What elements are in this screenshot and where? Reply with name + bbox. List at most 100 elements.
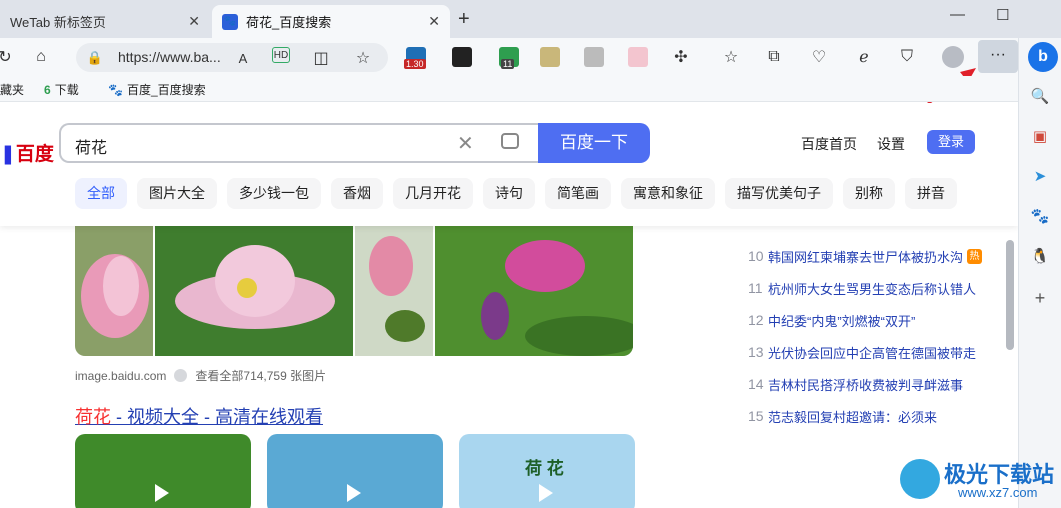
hot-item[interactable]: 12 中纪委“内鬼”刘燃被“双开” (748, 304, 1000, 336)
refresh-icon[interactable]: ↻ (0, 46, 16, 68)
login-button[interactable]: 登录 (927, 130, 975, 154)
extensions-puzzle-icon[interactable]: ✣ (670, 46, 692, 68)
tab-strip: WeTab 新标签页 ✕ 🐾 荷花_百度搜索 ✕ + — ☐ (0, 0, 1061, 38)
tag-item[interactable]: 几月开花 (393, 178, 473, 209)
tab-title: WeTab 新标签页 (10, 15, 106, 30)
search-icon[interactable]: 🔍 (1030, 86, 1050, 106)
image-source-domain[interactable]: image.baidu.com (75, 369, 166, 383)
bookmark-favorites[interactable]: 藏夹 (0, 81, 24, 98)
lock-icon[interactable]: 🔒 (84, 47, 106, 69)
play-icon (347, 484, 361, 502)
extension-badge: 11 (501, 59, 515, 69)
bing-copilot-icon[interactable]: b (1028, 42, 1058, 72)
hot-badge: 热 (967, 248, 983, 264)
hot-title: 范志毅回复村超邀请：必须来 (768, 409, 938, 425)
extension-2-icon[interactable]: 11 (499, 47, 519, 69)
clip-extension-icon[interactable] (584, 47, 604, 67)
settings-link[interactable]: 设置 (877, 134, 905, 154)
tab-baidu-search[interactable]: 🐾 荷花_百度搜索 ✕ (212, 5, 450, 38)
bookmark-baidu[interactable]: 🐾 百度_百度搜索 (108, 81, 206, 98)
search-query: 荷花 (75, 140, 108, 157)
tag-item[interactable]: 香烟 (331, 178, 383, 209)
video-result-title[interactable]: 荷花 - 视频大全 - 高清在线观看 (75, 403, 323, 429)
lotus-image[interactable] (75, 226, 153, 356)
add-icon[interactable]: + (1030, 288, 1050, 308)
hot-item[interactable]: 11 杭州师大女生骂男生变态后称认错人 (748, 272, 1000, 304)
filter-tags: 全部 图片大全 多少钱一包 香烟 几月开花 诗句 简笔画 寓意和象征 描写优美句… (75, 178, 957, 209)
extension-1-icon[interactable]: 1.30 (404, 47, 426, 69)
extension-l-icon[interactable] (452, 47, 472, 67)
bookmark-label: 下载 (54, 83, 79, 97)
hot-item[interactable]: 13 光伏协会回应中企高管在德国被带走 (748, 336, 1000, 368)
close-tab-icon[interactable]: ✕ (188, 13, 200, 30)
send-icon[interactable]: ➤ (1030, 166, 1050, 186)
image-extension-icon[interactable] (540, 47, 560, 67)
hot-item[interactable]: 15 范志毅回复村超邀请：必须来 (748, 400, 1000, 432)
tv-extension-icon[interactable] (628, 47, 648, 67)
play-icon (539, 484, 553, 502)
hot-item[interactable]: 10 韩国网红柬埔寨去世尸体被扔水沟热 (748, 240, 1000, 272)
favorites-icon[interactable]: ☆ (720, 46, 742, 68)
baidu-home-link[interactable]: 百度首页 (801, 134, 857, 154)
extension-badge: 1.30 (404, 59, 426, 69)
qq-penguin-icon[interactable]: 🐧 (1030, 246, 1050, 266)
tag-item[interactable]: 寓意和象征 (621, 178, 715, 209)
video-thumbnail[interactable]: 荷 花 (459, 434, 635, 508)
collections-icon[interactable]: ⧉ (763, 46, 785, 68)
split-screen-icon[interactable]: ◫ (310, 47, 332, 69)
hot-title: 杭州师大女生骂男生变态后称认错人 (768, 281, 977, 297)
tag-item[interactable]: 拼音 (905, 178, 957, 209)
lotus-image[interactable] (435, 226, 633, 356)
image-results (75, 226, 633, 356)
minimize-icon[interactable]: — (950, 6, 965, 23)
baidu-paw-icon: 🐾 (108, 82, 123, 97)
search-header: ❚百度 荷花 ✕ 百度一下 百度首页 设置 登录 全部 图片大全 多少钱一包 香… (0, 103, 1018, 226)
tab-wetab[interactable]: WeTab 新标签页 ✕ (0, 5, 210, 38)
clear-icon[interactable]: ✕ (457, 131, 474, 156)
hd-icon[interactable]: HD (272, 47, 290, 63)
tag-item[interactable]: 诗句 (483, 178, 535, 209)
browser-toolbar: ↻ ⌂ 🔒 https://www.ba... A HD ◫ ☆ 1.30 11… (0, 38, 1018, 135)
scrollbar[interactable] (1006, 240, 1014, 350)
view-all-images-link[interactable]: 查看全部714,759 张图片 (195, 367, 326, 384)
performance-heart-icon[interactable]: ♡ (808, 46, 830, 68)
search-button[interactable]: 百度一下 (538, 123, 650, 163)
lotus-image[interactable] (355, 226, 433, 356)
search-input[interactable]: 荷花 ✕ (59, 123, 539, 163)
baidu-icon[interactable]: 🐾 (1030, 206, 1050, 226)
bookmark-download[interactable]: 6 下载 (44, 81, 79, 98)
lotus-image[interactable] (155, 226, 353, 356)
hot-item[interactable]: 14 吉林村民搭浮桥收费被判寻衅滋事 (748, 368, 1000, 400)
video-thumbnail[interactable] (75, 434, 251, 508)
tools-briefcase-icon[interactable]: ▣ (1030, 126, 1050, 146)
home-icon[interactable]: ⌂ (30, 46, 52, 68)
tag-all[interactable]: 全部 (75, 178, 127, 209)
camera-icon[interactable] (501, 133, 519, 149)
hot-title: 韩国网红柬埔寨去世尸体被扔水沟 (768, 249, 964, 265)
hot-rank: 11 (748, 280, 763, 296)
video-thumb-caption: 荷 花 (525, 459, 564, 478)
close-tab-icon[interactable]: ✕ (428, 13, 440, 30)
hot-rank: 12 (748, 312, 764, 328)
url-text: https://www.ba... (118, 49, 221, 65)
tag-item[interactable]: 别称 (843, 178, 895, 209)
address-bar[interactable]: 🔒 https://www.ba... A HD ◫ ☆ (76, 43, 388, 72)
settings-more-button[interactable]: ··· (978, 40, 1018, 73)
bookmarks-bar: 藏夹 6 下载 🐾 百度_百度搜索 (0, 76, 1018, 102)
tag-item[interactable]: 多少钱一包 (227, 178, 321, 209)
tag-item[interactable]: 简笔画 (545, 178, 611, 209)
tag-item[interactable]: 描写优美句子 (725, 178, 833, 209)
hot-title: 光伏协会回应中企高管在德国被带走 (768, 345, 977, 361)
maximize-icon[interactable]: ☐ (996, 6, 1009, 24)
favorite-star-icon[interactable]: ☆ (352, 47, 374, 69)
new-tab-icon[interactable]: + (458, 8, 470, 31)
hot-rank: 10 (748, 248, 764, 264)
ie-mode-icon[interactable]: ℯ (853, 46, 875, 68)
tag-item[interactable]: 图片大全 (137, 178, 217, 209)
chevron-down-icon[interactable] (174, 369, 188, 382)
tab-title: 荷花_百度搜索 (246, 15, 332, 30)
paw-icon: ❚ (0, 144, 16, 165)
read-aloud-icon[interactable]: A (232, 47, 254, 69)
baidu-logo[interactable]: ❚百度 (0, 139, 54, 166)
video-thumbnail[interactable] (267, 434, 443, 508)
